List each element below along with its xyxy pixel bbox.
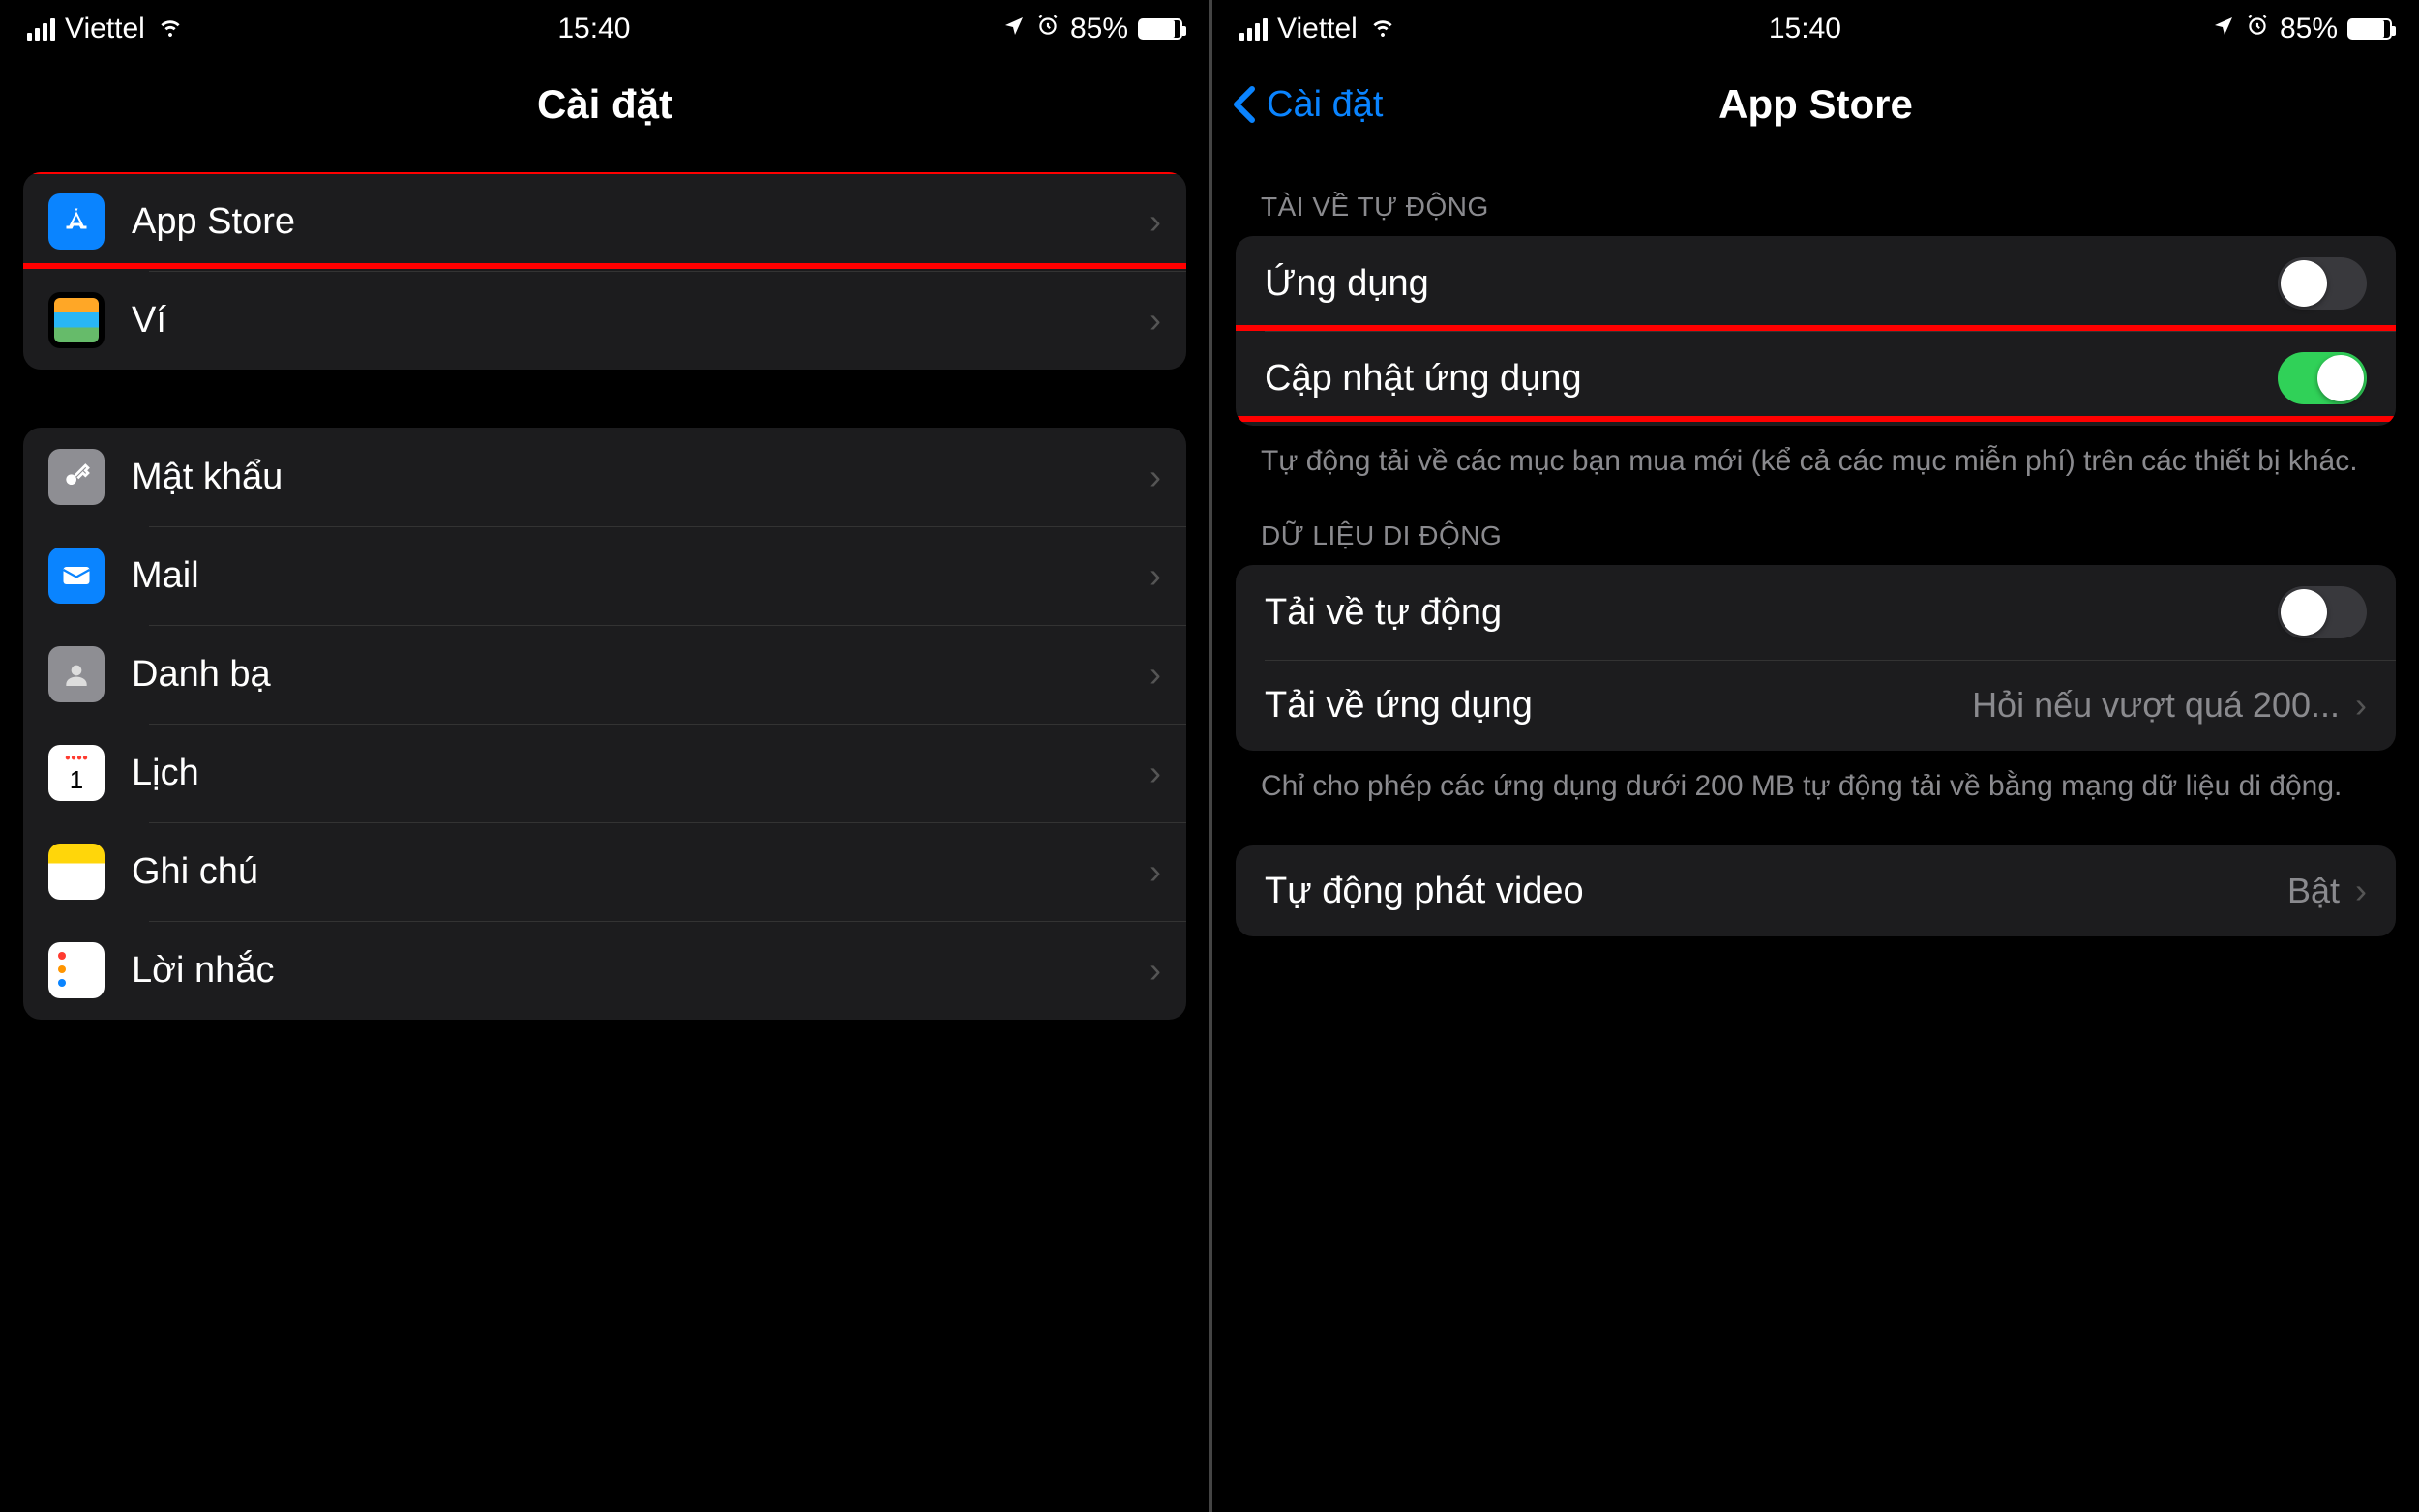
notes-icon: [48, 844, 105, 900]
battery-percent: 85%: [1070, 13, 1128, 45]
row-value: Hỏi nếu vượt quá 200...: [1972, 685, 2340, 726]
calendar-icon: ●●●● 1: [48, 745, 105, 801]
row-label: Mail: [132, 555, 1150, 597]
wallet-icon: [48, 292, 105, 348]
signal-icon: [27, 18, 55, 41]
toggle-auto-download[interactable]: [2278, 586, 2367, 638]
chevron-right-icon: ›: [1150, 555, 1161, 596]
chevron-right-icon: ›: [1150, 851, 1161, 892]
toggle-app-updates[interactable]: [2278, 352, 2367, 404]
chevron-right-icon: ›: [1150, 753, 1161, 793]
settings-row-reminders[interactable]: Lời nhắc ›: [23, 921, 1186, 1020]
status-bar: Viettel 15:40 85%: [0, 0, 1210, 56]
chevron-right-icon: ›: [1150, 300, 1161, 341]
battery-icon: [1138, 18, 1182, 40]
battery-percent: 85%: [2280, 13, 2338, 45]
settings-row-contacts[interactable]: Danh bạ ›: [23, 625, 1186, 724]
settings-main-screen: Viettel 15:40 85% Cài đặt App St: [0, 0, 1210, 1512]
status-time: 15:40: [557, 13, 630, 45]
settings-group-apps: Mật khẩu › Mail › Danh bạ › ●●●●: [23, 428, 1186, 1020]
back-label: Cài đặt: [1267, 84, 1383, 126]
chevron-right-icon: ›: [2355, 685, 2367, 726]
row-video-autoplay[interactable]: Tự động phát video Bật ›: [1236, 845, 2396, 936]
alarm-icon: [1035, 13, 1060, 45]
settings-row-passwords[interactable]: Mật khẩu ›: [23, 428, 1186, 526]
group-autodownload: Ứng dụng Cập nhật ứng dụng: [1236, 236, 2396, 426]
back-button[interactable]: Cài đặt: [1232, 84, 1383, 126]
row-label: Mật khẩu: [132, 457, 1150, 498]
settings-row-notes[interactable]: Ghi chú ›: [23, 822, 1186, 921]
row-label: Cập nhật ứng dụng: [1265, 358, 2278, 400]
location-icon: [1002, 13, 1026, 45]
settings-row-mail[interactable]: Mail ›: [23, 526, 1186, 625]
section-header-autodownload: TÀI VỀ TỰ ĐỘNG: [1212, 192, 2419, 236]
row-label: Ứng dụng: [1265, 263, 2278, 305]
nav-header: Cài đặt App Store: [1212, 56, 2419, 153]
row-label: Tải về tự động: [1265, 592, 2278, 634]
nav-header: Cài đặt: [0, 56, 1210, 153]
row-appupdates-toggle[interactable]: Cập nhật ứng dụng: [1236, 331, 2396, 426]
row-label: Ghi chú: [132, 851, 1150, 893]
row-label: Tải về ứng dụng: [1265, 685, 1972, 726]
appstore-settings-screen: Viettel 15:40 85% Cài đặt App Store TÀI …: [1210, 0, 2419, 1512]
chevron-right-icon: ›: [1150, 654, 1161, 695]
page-title: Cài đặt: [537, 81, 672, 128]
section-header-cellular: DỮ LIỆU DI ĐỘNG: [1212, 520, 2419, 565]
settings-row-wallet[interactable]: Ví ›: [23, 271, 1186, 370]
appstore-icon: [48, 193, 105, 250]
contacts-icon: [48, 646, 105, 702]
wifi-icon: [155, 10, 186, 48]
wifi-icon: [1367, 10, 1398, 48]
carrier-label: Viettel: [65, 13, 145, 45]
section-footer-cellular: Chỉ cho phép các ứng dụng dưới 200 MB tự…: [1212, 751, 2419, 807]
reminders-icon: [48, 942, 105, 998]
battery-icon: [2347, 18, 2392, 40]
chevron-right-icon: ›: [1150, 950, 1161, 991]
mail-icon: [48, 548, 105, 604]
group-cellular: Tải về tự động Tải về ứng dụng Hỏi nếu v…: [1236, 565, 2396, 751]
alarm-icon: [2245, 13, 2270, 45]
location-icon: [2212, 13, 2235, 45]
row-label: Lời nhắc: [132, 950, 1150, 992]
chevron-right-icon: ›: [1150, 201, 1161, 242]
chevron-right-icon: ›: [2355, 871, 2367, 911]
row-label: App Store: [132, 201, 1150, 243]
settings-group-store: App Store › Ví ›: [23, 172, 1186, 370]
signal-icon: [1239, 18, 1268, 41]
row-label: Ví: [132, 300, 1150, 341]
key-icon: [48, 449, 105, 505]
row-label: Tự động phát video: [1265, 871, 2287, 912]
row-app-downloads[interactable]: Tải về ứng dụng Hỏi nếu vượt quá 200... …: [1236, 660, 2396, 751]
row-auto-download-toggle[interactable]: Tải về tự động: [1236, 565, 2396, 660]
carrier-label: Viettel: [1277, 13, 1358, 45]
group-video: Tự động phát video Bật ›: [1236, 845, 2396, 936]
toggle-apps[interactable]: [2278, 257, 2367, 310]
settings-row-appstore[interactable]: App Store ›: [23, 172, 1186, 271]
chevron-right-icon: ›: [1150, 457, 1161, 497]
row-label: Danh bạ: [132, 654, 1150, 696]
status-bar: Viettel 15:40 85%: [1212, 0, 2419, 56]
status-time: 15:40: [1769, 13, 1841, 45]
row-value: Bật: [2287, 871, 2340, 911]
settings-row-calendar[interactable]: ●●●● 1 Lịch ›: [23, 724, 1186, 822]
row-label: Lịch: [132, 753, 1150, 794]
row-apps-toggle[interactable]: Ứng dụng: [1236, 236, 2396, 331]
section-footer-autodownload: Tự động tải về các mục bạn mua mới (kể c…: [1212, 426, 2419, 482]
page-title: App Store: [1718, 81, 1913, 128]
